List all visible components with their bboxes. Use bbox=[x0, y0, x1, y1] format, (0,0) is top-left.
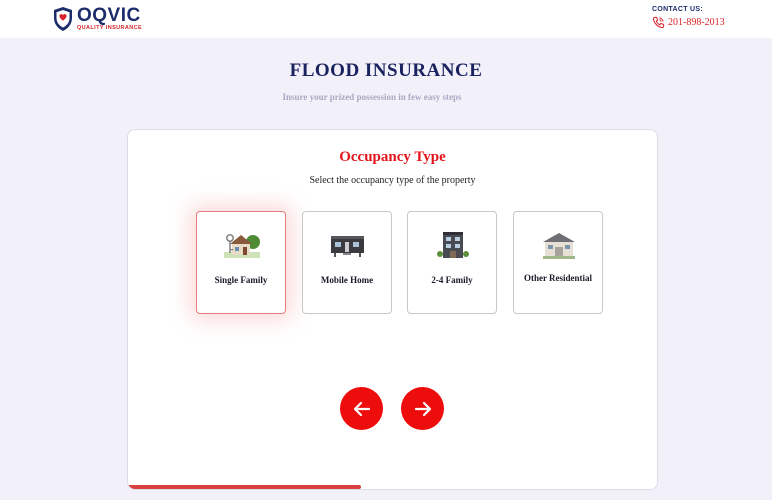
option-label: Mobile Home bbox=[320, 275, 374, 285]
option-label: Single Family bbox=[214, 275, 268, 285]
option-2-4-family[interactable]: 2-4 Family bbox=[407, 211, 497, 314]
progress-bar bbox=[128, 485, 657, 489]
card-title: Occupancy Type bbox=[339, 149, 446, 165]
multi-family-building-icon bbox=[437, 232, 469, 258]
brand-tagline: QUALITY INSURANCE bbox=[77, 25, 143, 32]
option-mobile-home[interactable]: Mobile Home bbox=[302, 211, 392, 314]
option-label: 2-4 Family bbox=[431, 275, 473, 285]
single-family-house-icon bbox=[224, 234, 260, 258]
residential-house-icon bbox=[543, 233, 575, 259]
phone-number[interactable]: 201-898-2013 bbox=[668, 17, 725, 28]
page-title: FLOOD INSURANCE bbox=[289, 60, 483, 81]
contact-label: CONTACT US: bbox=[652, 6, 703, 13]
shield-logo-icon bbox=[54, 7, 72, 31]
arrow-right-icon bbox=[414, 401, 431, 416]
contact-info: CONTACT US: 201-898-2013 bbox=[652, 6, 725, 29]
option-single-family[interactable]: Single Family bbox=[196, 211, 286, 314]
option-label: Other Residential bbox=[523, 273, 593, 283]
page-subtitle: Insure your prized possession in few eas… bbox=[282, 92, 462, 102]
progress-fill bbox=[128, 485, 361, 489]
back-button[interactable] bbox=[340, 387, 383, 430]
arrow-left-icon bbox=[353, 401, 370, 416]
phone-icon bbox=[652, 16, 665, 29]
brand-logo[interactable]: OQVIC QUALITY INSURANCE bbox=[52, 6, 142, 32]
top-bar: OQVIC QUALITY INSURANCE CONTACT US: 201-… bbox=[0, 0, 772, 38]
brand-name: OQVIC bbox=[77, 5, 141, 27]
next-button[interactable] bbox=[401, 387, 444, 430]
mobile-home-icon bbox=[331, 236, 364, 257]
option-other-residential[interactable]: Other Residential bbox=[513, 211, 603, 314]
occupancy-card: Occupancy Type Select the occupancy type… bbox=[127, 129, 658, 490]
card-subtitle: Select the occupancy type of the propert… bbox=[309, 175, 476, 186]
